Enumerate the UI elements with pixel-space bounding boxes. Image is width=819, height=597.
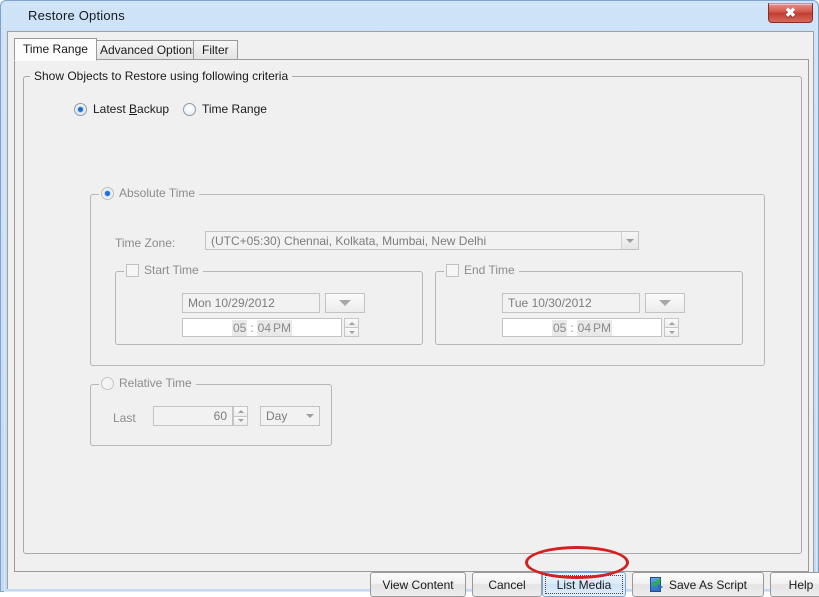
chevron-down-icon bbox=[669, 331, 675, 334]
start-time-spinner-down[interactable] bbox=[344, 328, 359, 337]
end-time-groupbox: End Time Tue 10/30/2012 05:04PM bbox=[435, 271, 743, 345]
chevron-down-icon bbox=[621, 232, 638, 249]
criteria-groupbox-title: Show Objects to Restore using following … bbox=[30, 69, 292, 83]
end-time-label: End Time bbox=[464, 263, 515, 277]
tab-filter[interactable]: Filter bbox=[193, 40, 238, 60]
start-time-minute: 04 bbox=[257, 320, 272, 336]
close-button[interactable]: ✖ bbox=[768, 3, 813, 23]
end-time-meridiem: PM bbox=[592, 320, 612, 336]
radio-relative-time-dot[interactable] bbox=[101, 377, 114, 390]
relative-time-header[interactable]: Relative Time bbox=[99, 376, 196, 390]
checkbox-start-time[interactable] bbox=[126, 264, 139, 277]
chevron-down-icon bbox=[339, 300, 351, 306]
start-time-label: Start Time bbox=[144, 263, 199, 277]
start-time-input[interactable]: 05:04PM bbox=[182, 318, 342, 337]
checkbox-end-time[interactable] bbox=[446, 264, 459, 277]
start-time-hour: 05 bbox=[232, 320, 247, 336]
radio-absolute-time-dot[interactable] bbox=[101, 187, 114, 200]
end-time-input[interactable]: 05:04PM bbox=[502, 318, 662, 337]
radio-time-range-label: Time Range bbox=[202, 102, 267, 116]
radio-time-range[interactable]: Time Range bbox=[183, 102, 267, 116]
dialog-client-area: Time Range Advanced Options Filter Show … bbox=[7, 31, 814, 589]
close-icon: ✖ bbox=[769, 5, 812, 21]
last-label: Last bbox=[113, 411, 136, 425]
list-media-button-label: List Media bbox=[557, 578, 612, 592]
absolute-time-label: Absolute Time bbox=[119, 186, 195, 200]
start-time-meridiem: PM bbox=[272, 320, 292, 336]
save-as-script-button-label: Save As Script bbox=[669, 578, 747, 592]
chevron-up-icon bbox=[669, 322, 675, 325]
chevron-down-icon bbox=[301, 414, 319, 418]
start-time-groupbox: Start Time Mon 10/29/2012 05:04PM bbox=[115, 271, 423, 345]
radio-time-range-dot bbox=[183, 103, 196, 116]
dialog-button-bar: View Content Cancel List Media ✔ Save As… bbox=[8, 572, 815, 590]
tab-time-range[interactable]: Time Range bbox=[14, 38, 97, 61]
chevron-up-icon bbox=[349, 322, 355, 325]
radio-latest-backup-dot bbox=[74, 103, 87, 116]
relative-unit-combo[interactable]: Day bbox=[260, 406, 320, 426]
script-document-icon: ✔ bbox=[649, 577, 664, 592]
window-titlebar[interactable]: Restore Options ✖ bbox=[2, 2, 819, 30]
relative-amount-spinner[interactable] bbox=[233, 406, 248, 426]
relative-amount-input[interactable]: 60 bbox=[153, 406, 233, 426]
relative-time-groupbox: Relative Time Last 60 Day bbox=[90, 384, 332, 446]
end-time-hour: 05 bbox=[552, 320, 567, 336]
end-time-spinner-up[interactable] bbox=[664, 318, 679, 328]
criteria-groupbox: Show Objects to Restore using following … bbox=[23, 76, 802, 554]
chevron-up-icon bbox=[238, 410, 244, 413]
time-zone-combo-value: (UTC+05:30) Chennai, Kolkata, Mumbai, Ne… bbox=[206, 234, 621, 248]
time-zone-label: Time Zone: bbox=[115, 236, 175, 250]
chevron-down-icon bbox=[659, 300, 671, 306]
tab-page-time-range: Show Objects to Restore using following … bbox=[14, 59, 809, 572]
start-date-input[interactable]: Mon 10/29/2012 bbox=[182, 293, 320, 313]
relative-unit-value: Day bbox=[261, 409, 301, 423]
end-date-input[interactable]: Tue 10/30/2012 bbox=[502, 293, 640, 313]
view-content-button[interactable]: View Content bbox=[370, 572, 466, 597]
absolute-time-groupbox: Absolute Time Time Zone: (UTC+05:30) Che… bbox=[90, 194, 765, 366]
list-media-button[interactable]: List Media bbox=[542, 572, 626, 597]
relative-amount-spinner-up[interactable] bbox=[233, 406, 248, 417]
chevron-down-icon bbox=[238, 419, 244, 422]
tab-advanced-options[interactable]: Advanced Options bbox=[91, 40, 207, 60]
start-time-header[interactable]: Start Time bbox=[124, 263, 203, 277]
cancel-button[interactable]: Cancel bbox=[472, 572, 542, 597]
end-time-separator: : bbox=[567, 321, 576, 335]
tabstrip: Time Range Advanced Options Filter bbox=[14, 38, 809, 60]
absolute-time-header[interactable]: Absolute Time bbox=[99, 186, 199, 200]
start-time-separator: : bbox=[247, 321, 256, 335]
end-time-header[interactable]: End Time bbox=[444, 263, 519, 277]
radio-latest-backup[interactable]: Latest Backup bbox=[74, 102, 169, 116]
relative-time-label: Relative Time bbox=[119, 376, 192, 390]
help-button[interactable]: Help bbox=[770, 572, 819, 597]
start-time-spinner-up[interactable] bbox=[344, 318, 359, 328]
end-time-spinner-down[interactable] bbox=[664, 328, 679, 337]
time-zone-combo[interactable]: (UTC+05:30) Chennai, Kolkata, Mumbai, Ne… bbox=[205, 231, 639, 250]
radio-latest-backup-label: Latest Backup bbox=[93, 102, 169, 116]
relative-amount-spinner-down[interactable] bbox=[233, 417, 248, 427]
end-time-minute: 04 bbox=[577, 320, 592, 336]
save-as-script-button[interactable]: ✔ Save As Script bbox=[632, 572, 764, 597]
restore-options-window: Restore Options ✖ Time Range Advanced Op… bbox=[0, 0, 819, 592]
end-time-spinner[interactable] bbox=[664, 318, 679, 337]
end-date-picker-button[interactable] bbox=[645, 293, 685, 313]
window-title: Restore Options bbox=[28, 8, 125, 23]
chevron-down-icon bbox=[349, 331, 355, 334]
start-date-picker-button[interactable] bbox=[325, 293, 365, 313]
start-time-spinner[interactable] bbox=[344, 318, 359, 337]
